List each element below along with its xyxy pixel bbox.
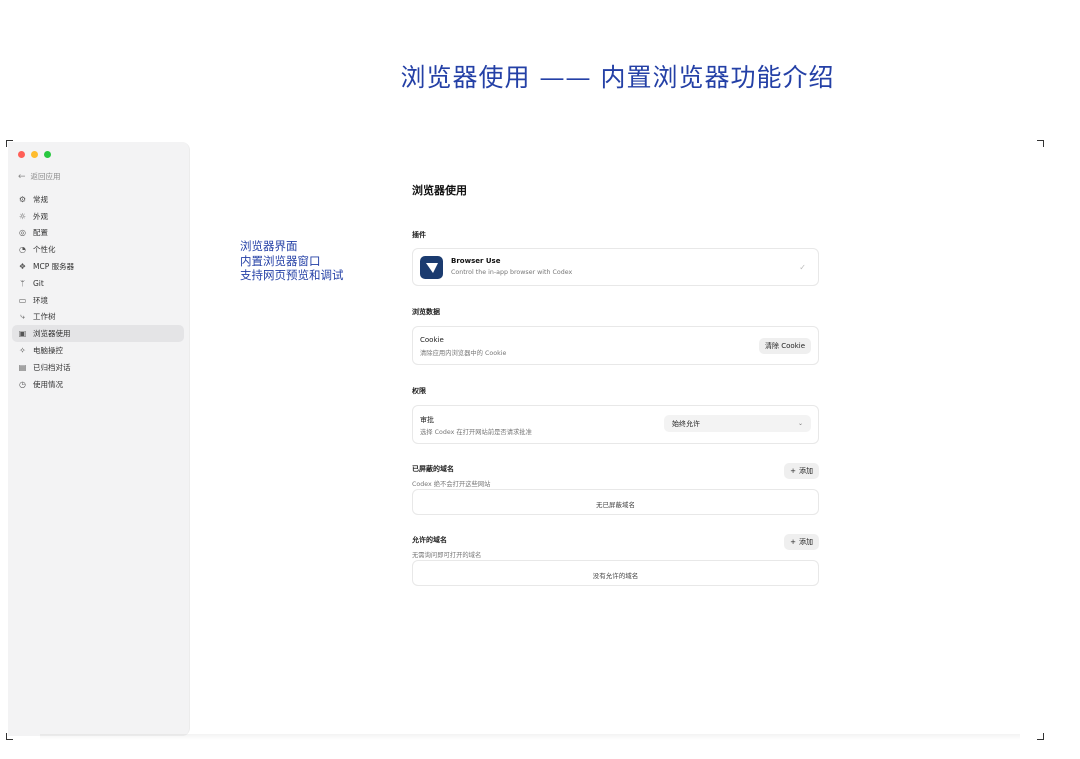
cookie-description: 清除应用内浏览器中的 Cookie [420,350,507,357]
close-window-button[interactable] [18,151,25,158]
plus-icon: + [790,538,796,546]
section-label-blocked-domains: 已屏蔽的域名 [412,465,454,473]
app-window: ← 返回应用 ⚙ 常规 ☼ 外观 ◎ 配置 ◔ 个性化 ❖ MCP 服务器 ᛘ Git ▭ 环境 ⤷ 工作树 ▣… [8,142,1042,736]
browser-icon: ▣ [18,329,27,339]
chevron-down-icon: ⌄ [797,420,803,427]
window-controls [18,151,51,158]
sidebar-item-label: 浏览器使用 [33,329,71,339]
sidebar-item-label: 使用情况 [33,379,63,389]
approval-title: 审批 [420,416,434,424]
section-label-permissions: 权限 [412,387,426,395]
sidebar-item[interactable]: ▤ 已归档对话 [12,359,184,376]
archive-icon: ▤ [18,362,27,372]
main-area: 浏览器界面 内置浏览器窗口 支持网页预览和调试 浏览器使用 插件 Browser… [190,142,1042,736]
annotation-note: 浏览器界面 内置浏览器窗口 支持网页预览和调试 [240,239,344,283]
blocked-domains-description: Codex 绝不会打开这些网站 [412,481,491,488]
sidebar-item-label: 工作树 [33,312,56,322]
blocked-domains-list: 无已屏蔽域名 [412,489,819,515]
check-icon: ✓ [799,263,806,272]
add-allowed-domain-button[interactable]: + 添加 [784,534,819,550]
plus-icon: + [790,467,796,475]
mcp-icon: ❖ [18,262,27,272]
sidebar-item[interactable]: ◎ 配置 [12,225,184,242]
plugin-description: Control the in-app browser with Codex [451,269,573,276]
section-label-plugins: 插件 [412,231,426,239]
sidebar-item-label: 配置 [33,228,48,238]
approval-description: 选择 Codex 在打开网站前是否请求批准 [420,429,532,436]
browser-use-logo-icon [420,256,443,279]
section-label-allowed-domains: 允许的域名 [412,536,447,544]
sidebar-item-label: 常规 [33,194,48,204]
add-label: 添加 [799,467,813,475]
sidebar-item[interactable]: ⤷ 工作树 [12,309,184,326]
plugin-name: Browser Use [451,257,501,265]
cookie-card: Cookie 清除应用内浏览器中的 Cookie 清除 Cookie [412,326,819,365]
sidebar-item[interactable]: ▣ 浏览器使用 [12,325,184,343]
sidebar-item[interactable]: ⚙ 常规 [12,191,184,208]
personalize-icon: ◔ [19,245,26,255]
sidebar-item-label: MCP 服务器 [33,262,75,272]
page-title: 浏览器使用 [412,184,467,197]
git-icon: ᛘ [20,278,25,288]
annotation-line: 支持网页预览和调试 [240,268,344,282]
annotation-line: 内置浏览器窗口 [240,253,321,268]
blocked-domains-empty: 无已屏蔽域名 [596,501,635,509]
worktree-icon: ⤷ [20,311,25,321]
window-shadow [40,734,1020,740]
allowed-domains-description: 无需询问即可打开的域名 [412,552,482,559]
sidebar-nav: ⚙ 常规 ☼ 外观 ◎ 配置 ◔ 个性化 ❖ MCP 服务器 ᛘ Git ▭ 环境 ⤷ 工作树 ▣ 浏览器使用 ✧ 电… [12,191,184,393]
environment-icon: ▭ [18,295,27,305]
sidebar-item[interactable]: ◷ 使用情况 [12,376,184,393]
sidebar-item[interactable]: ◔ 个性化 [12,241,184,258]
sidebar-item-label: 个性化 [33,245,56,255]
plugin-card[interactable]: Browser Use Control the in-app browser w… [412,248,819,286]
allowed-domains-empty: 没有允许的域名 [592,572,639,580]
add-blocked-domain-button[interactable]: + 添加 [784,463,819,479]
sun-icon: ☼ [18,211,27,221]
sidebar-item[interactable]: ✧ 电脑操控 [12,342,184,359]
sidebar-item-label: Git [33,278,44,288]
sidebar: ← 返回应用 ⚙ 常规 ☼ 外观 ◎ 配置 ◔ 个性化 ❖ MCP 服务器 ᛘ Git ▭ 环境 ⤷ 工作树 ▣… [8,142,190,736]
sidebar-item-label: 外观 [33,211,48,221]
sidebar-item[interactable]: ▭ 环境 [12,292,184,309]
back-to-app-button[interactable]: ← 返回应用 [18,171,61,182]
sidebar-item-label: 电脑操控 [33,346,63,356]
annotation-line: 浏览器界面 [240,239,298,253]
approval-card: 审批 选择 Codex 在打开网站前是否请求批准 始终允许 ⌄ [412,405,819,444]
usage-icon: ◷ [19,379,26,389]
clear-cookie-button[interactable]: 清除 Cookie [759,338,811,354]
section-label-browsing-data: 浏览数据 [412,308,440,316]
approval-select-value: 始终允许 [672,419,700,428]
computer-control-icon: ✧ [19,346,26,356]
allowed-domains-list: 没有允许的域名 [412,560,819,586]
gear-icon: ⚙ [18,194,27,204]
sidebar-item[interactable]: ᛘ Git [12,275,184,292]
minimize-window-button[interactable] [31,151,38,158]
config-icon: ◎ [19,228,26,238]
approval-select[interactable]: 始终允许 ⌄ [664,415,811,432]
page-heading: 浏览器使用 —— 内置浏览器功能介绍 [400,63,835,92]
back-label: 返回应用 [30,172,61,181]
cookie-title: Cookie [420,336,444,344]
sidebar-item[interactable]: ☼ 外观 [12,208,184,225]
sidebar-item-label: 环境 [33,295,48,305]
add-label: 添加 [799,538,813,546]
zoom-window-button[interactable] [44,151,51,158]
arrow-left-icon: ← [18,171,26,182]
sidebar-item-label: 已归档对话 [33,362,71,372]
sidebar-item[interactable]: ❖ MCP 服务器 [12,258,184,275]
